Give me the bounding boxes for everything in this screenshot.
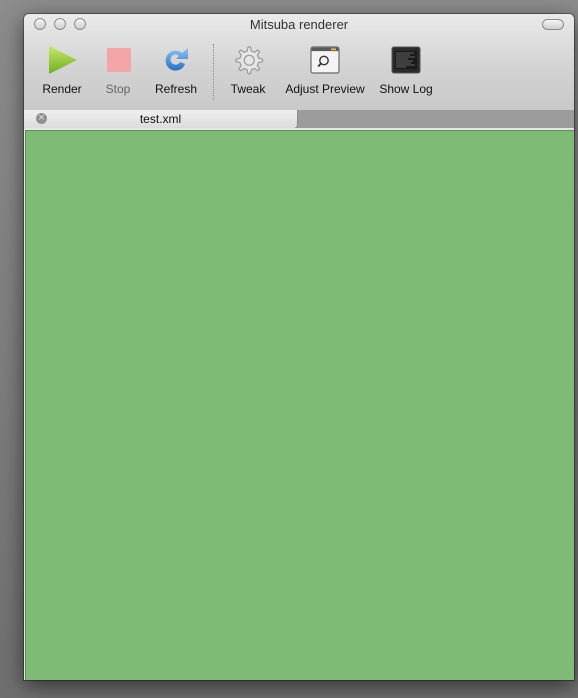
toolbar-separator xyxy=(213,44,214,100)
show-log-button[interactable]: Show Log xyxy=(376,44,436,102)
tab-bar: test.xml × xyxy=(24,110,574,128)
tab-test-xml[interactable]: test.xml × xyxy=(24,110,298,128)
tab-label: test.xml xyxy=(139,112,182,126)
refresh-button[interactable]: Refresh xyxy=(150,44,202,102)
adjust-preview-button[interactable]: Adjust Preview xyxy=(280,44,370,102)
adjust-preview-label: Adjust Preview xyxy=(285,82,365,96)
render-button[interactable]: Render xyxy=(38,44,86,102)
title-toolbar-area: Mitsuba renderer Render Stop Refresh Twe… xyxy=(24,14,574,111)
toolbar-toggle-button[interactable] xyxy=(542,19,564,30)
play-icon xyxy=(49,46,77,74)
app-window: Mitsuba renderer Render Stop Refresh Twe… xyxy=(24,14,574,680)
window-title: Mitsuba renderer xyxy=(249,17,349,32)
terminal-icon xyxy=(391,46,421,74)
tweak-button[interactable]: Tweak xyxy=(226,44,270,102)
render-preview-canvas[interactable] xyxy=(25,130,574,680)
render-label: Render xyxy=(42,82,82,96)
stop-icon xyxy=(107,48,131,72)
refresh-icon xyxy=(165,48,188,71)
tab-close-icon[interactable]: × xyxy=(36,113,47,124)
stop-button[interactable]: Stop xyxy=(98,44,138,102)
show-log-label: Show Log xyxy=(379,82,433,96)
stop-label: Stop xyxy=(105,82,131,96)
gear-icon xyxy=(235,46,264,75)
desktop-background: Mitsuba renderer Render Stop Refresh Twe… xyxy=(0,0,578,698)
magnifier-window-icon xyxy=(310,46,340,74)
tweak-label: Tweak xyxy=(230,82,266,96)
refresh-label: Refresh xyxy=(154,82,198,96)
